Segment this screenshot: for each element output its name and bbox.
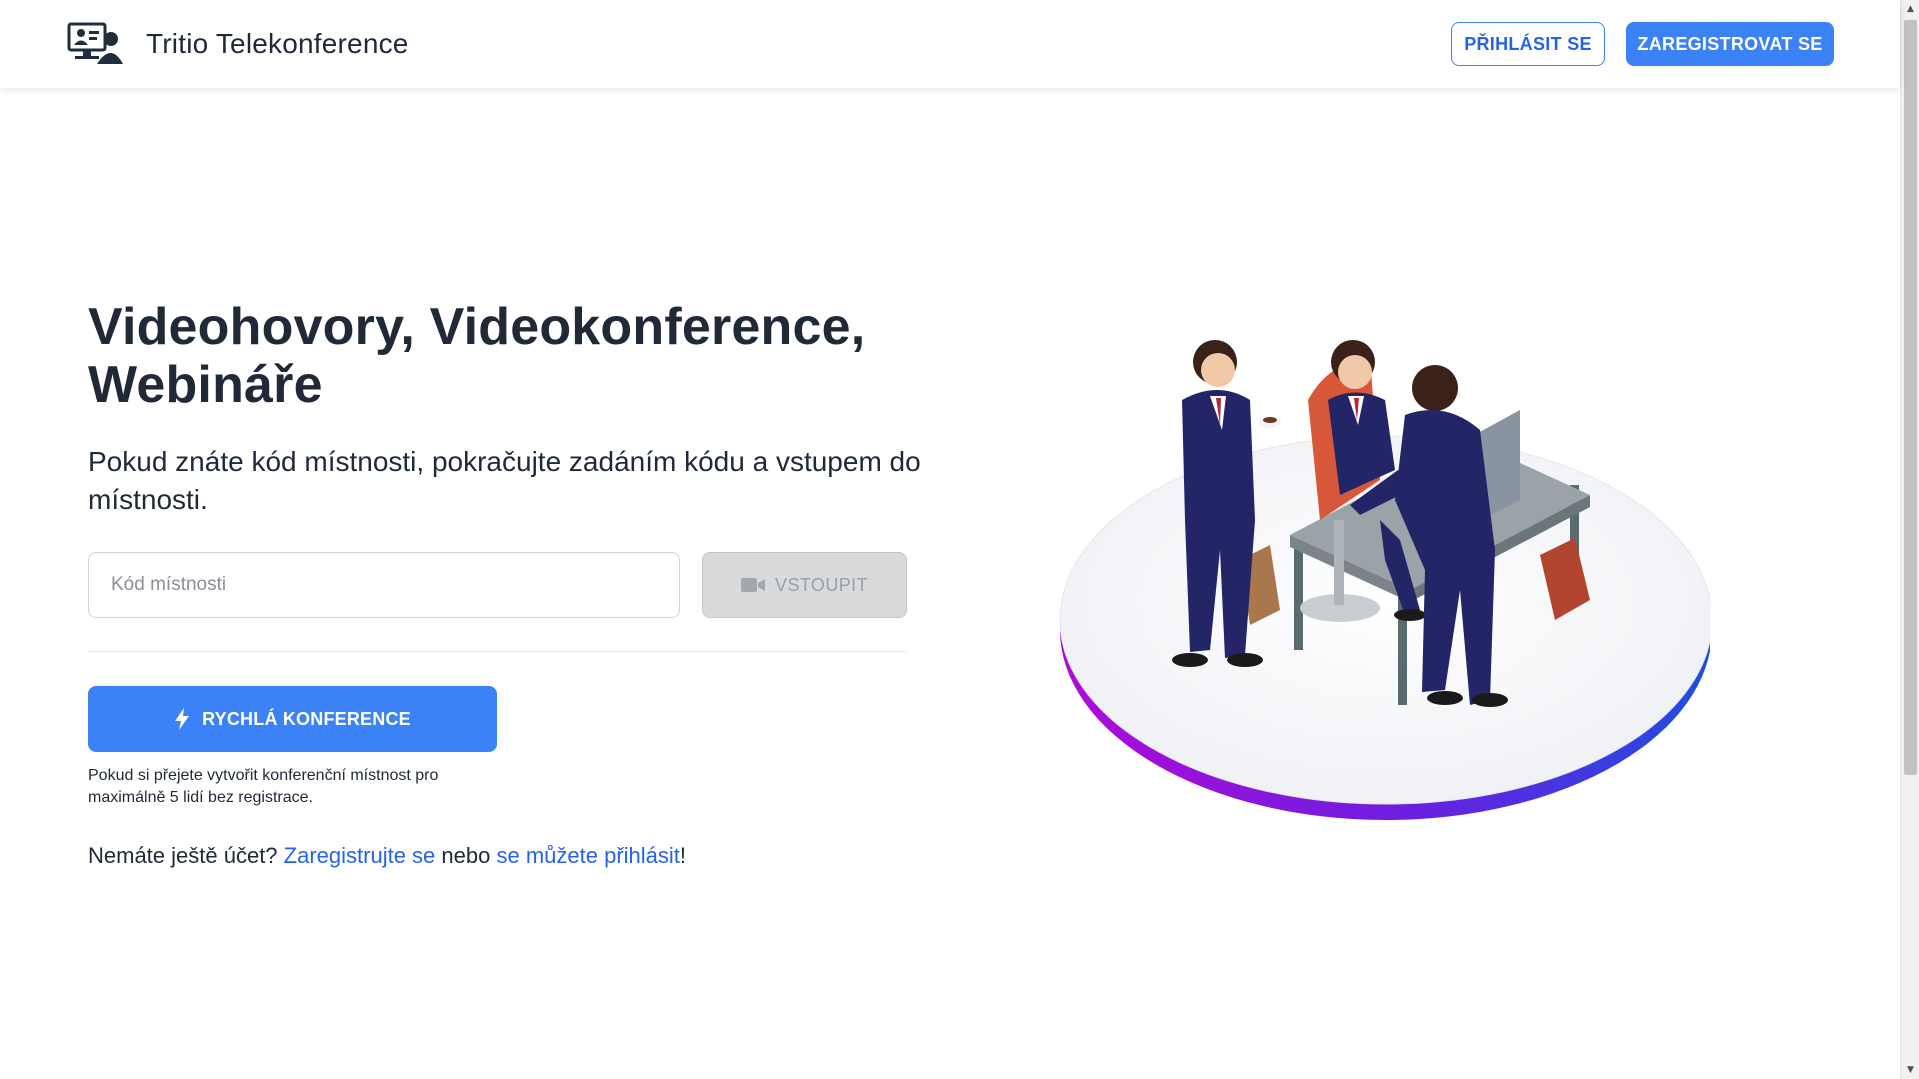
room-code-input[interactable] <box>88 552 680 618</box>
login-link[interactable]: se můžete přihlásit <box>497 843 680 868</box>
vertical-scrollbar[interactable]: ▲ ▼ <box>1900 0 1919 1079</box>
join-room-button[interactable]: VSTOUPIT <box>702 552 907 618</box>
account-prompt-prefix: Nemáte ještě účet? <box>88 843 278 868</box>
quick-conference-label: RYCHLÁ KONFERENCE <box>202 708 411 729</box>
lightning-bolt-icon <box>175 708 190 730</box>
account-prompt-suffix: ! <box>679 843 687 868</box>
quick-conference-note: Pokud si přejete vytvořit konferenční mí… <box>88 767 439 806</box>
meeting-illustration <box>1059 340 1710 820</box>
account-prompt-middle: nebo <box>441 843 491 868</box>
page-title-line1: Videohovory, Videokonference, <box>88 298 866 356</box>
page-title-line2: Webináře <box>88 356 323 414</box>
video-camera-icon <box>741 578 766 592</box>
brand[interactable]: Tritio Telekonference <box>67 22 409 66</box>
quick-conference-button[interactable]: RYCHLÁ KONFERENCE <box>88 686 497 752</box>
app-name: Tritio Telekonference <box>146 28 409 59</box>
scrollbar-thumb[interactable] <box>1904 20 1917 775</box>
top-navbar: Tritio Telekonference PŘIHLÁSIT SE ZAREG… <box>0 0 1900 88</box>
join-room-label: VSTOUPIT <box>775 574 868 595</box>
divider <box>88 651 907 652</box>
scroll-down-arrow-icon[interactable]: ▼ <box>1901 1061 1919 1079</box>
register-button[interactable]: ZAREGISTROVAT SE <box>1626 22 1834 66</box>
page-title: Videohovory, Videokonference, Webináře <box>88 298 888 414</box>
page-subtitle: Pokud znáte kód místnosti, pokračujte za… <box>88 446 921 515</box>
teleconference-logo-icon <box>67 22 123 64</box>
account-prompt: Nemáte ještě účet? Zaregistrujte se nebo… <box>88 843 686 869</box>
login-button[interactable]: PŘIHLÁSIT SE <box>1451 22 1605 66</box>
register-link[interactable]: Zaregistrujte se <box>284 843 436 868</box>
scroll-up-arrow-icon[interactable]: ▲ <box>1901 0 1919 18</box>
